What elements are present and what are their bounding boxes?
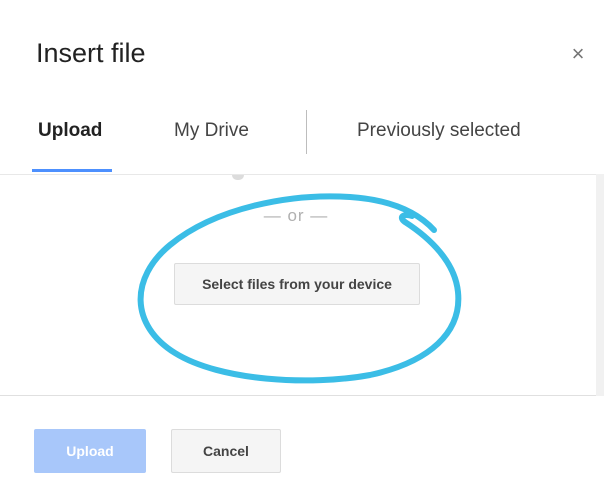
- dialog-title: Insert file: [36, 38, 146, 68]
- or-text: — or —: [263, 206, 329, 225]
- drag-area-edge: [232, 175, 244, 180]
- select-files-button[interactable]: Select files from your device: [174, 263, 420, 305]
- insert-file-dialog: Insert file × Upload My Drive Previously…: [0, 0, 604, 503]
- cancel-button[interactable]: Cancel: [171, 429, 281, 473]
- dialog-footer: Upload Cancel: [0, 397, 604, 503]
- panel-scrollbar[interactable]: [596, 174, 604, 396]
- close-icon[interactable]: ×: [566, 42, 590, 66]
- upload-panel: — or — Select files from your device: [0, 174, 604, 396]
- or-separator: — or —: [0, 206, 604, 226]
- upload-button[interactable]: Upload: [34, 429, 146, 473]
- tab-my-drive[interactable]: My Drive: [174, 120, 249, 142]
- active-tab-indicator: [32, 169, 112, 172]
- tab-bar: Upload My Drive Previously selected: [0, 100, 604, 174]
- tab-upload[interactable]: Upload: [38, 120, 102, 142]
- tab-previously-selected[interactable]: Previously selected: [357, 120, 521, 142]
- tab-divider: [306, 110, 307, 154]
